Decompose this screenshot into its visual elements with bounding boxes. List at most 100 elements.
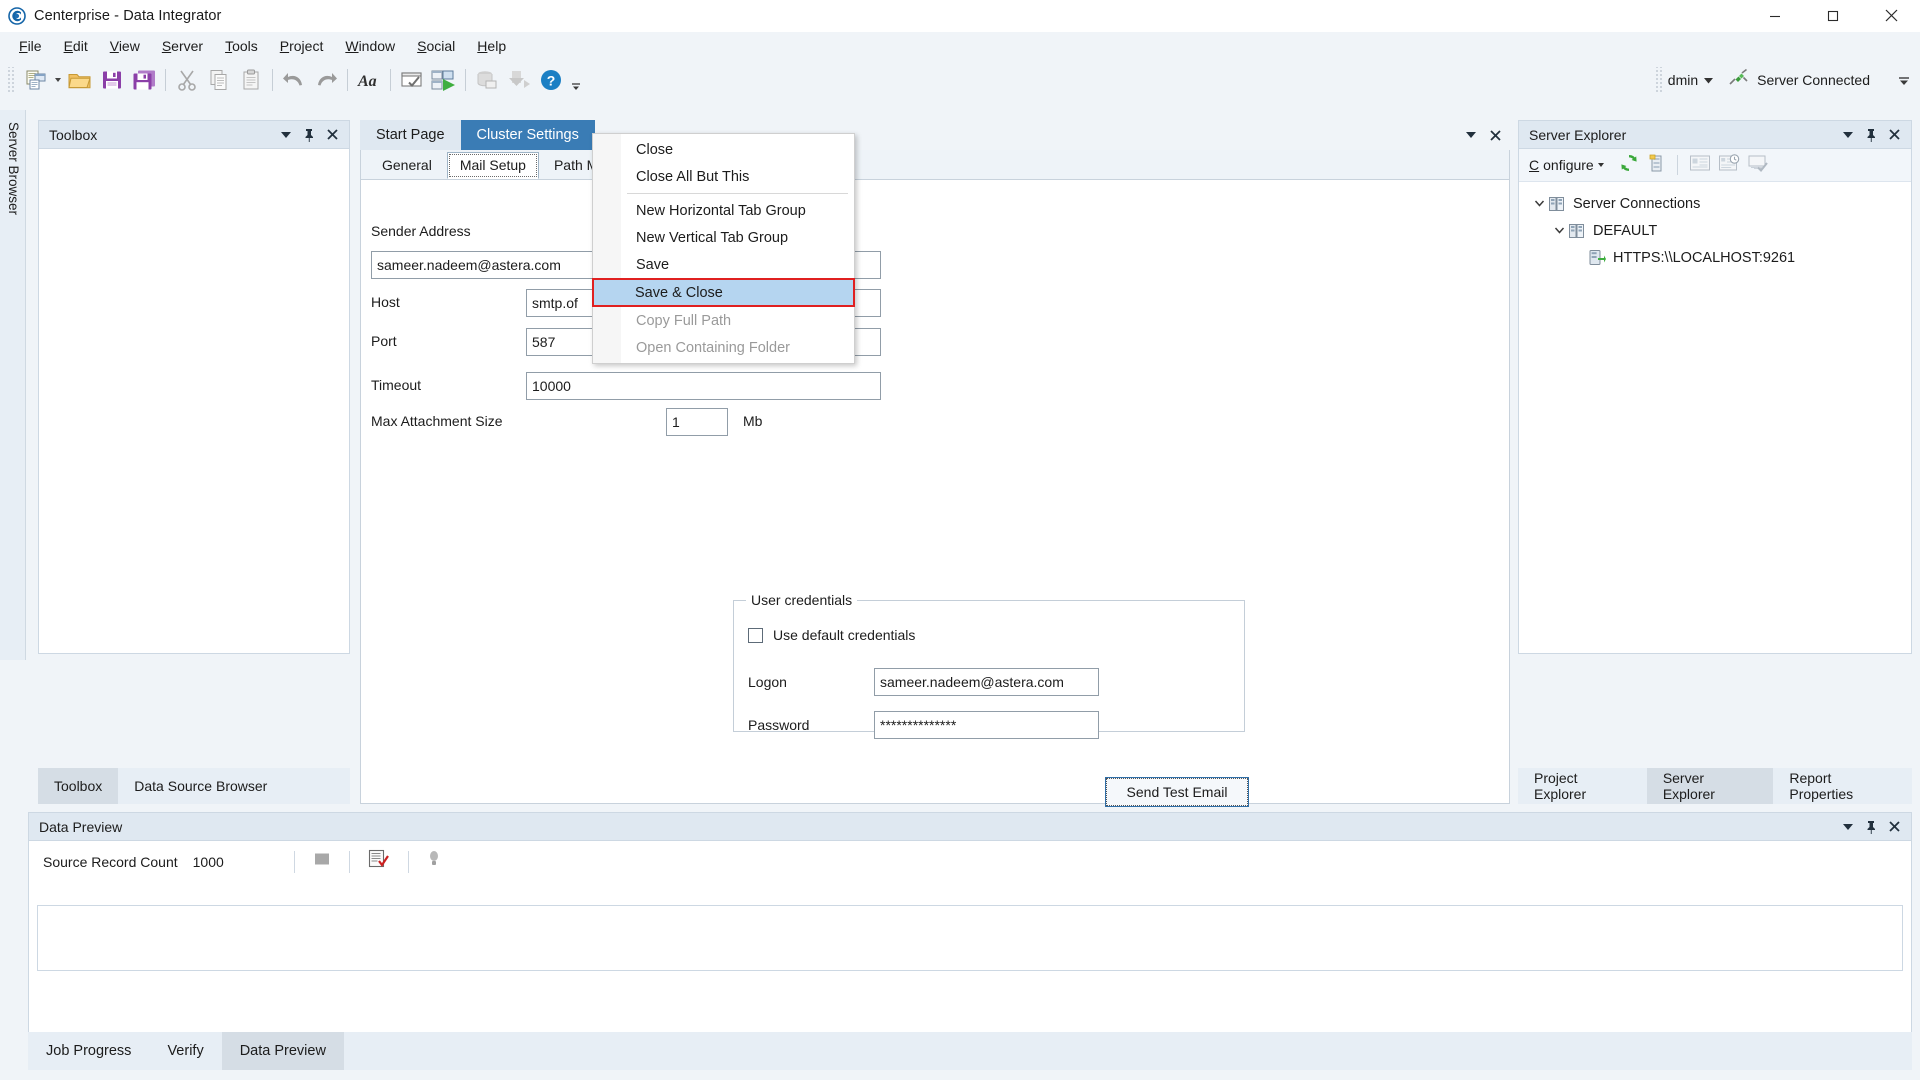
tab-project-explorer[interactable]: Project Explorer — [1518, 768, 1647, 804]
user-credentials-group-title: User credentials — [746, 592, 857, 608]
tab-start-page[interactable]: Start Page — [360, 120, 461, 150]
new-dropdown-caret-icon[interactable] — [52, 64, 64, 96]
timeout-input[interactable] — [526, 372, 881, 400]
chevron-down-icon[interactable] — [1551, 226, 1567, 235]
toolbar-separator — [465, 69, 466, 91]
use-default-credentials-row[interactable]: Use default credentials — [748, 627, 915, 643]
menu-window[interactable]: Window — [334, 34, 406, 58]
toolbox-content-area[interactable] — [39, 149, 349, 653]
pin-icon[interactable] — [1864, 127, 1878, 143]
close-icon[interactable] — [1488, 127, 1502, 143]
open-folder-icon[interactable] — [64, 64, 96, 96]
tab-mail-setup[interactable]: Mail Setup — [447, 152, 539, 179]
new-icon[interactable] — [20, 64, 52, 96]
tree-node-default[interactable]: DEFAULT — [1529, 217, 1911, 244]
data-preview-grid-area[interactable] — [37, 905, 1903, 971]
download-icon[interactable] — [503, 64, 535, 96]
use-default-credentials-checkbox[interactable] — [748, 628, 763, 643]
menu-help[interactable]: Help — [466, 34, 517, 58]
save-icon[interactable] — [96, 64, 128, 96]
context-menu-item-save[interactable]: Save — [593, 251, 854, 278]
tab-general-label: General — [382, 157, 432, 173]
save-all-icon[interactable] — [128, 64, 160, 96]
panel-dropdown-icon[interactable] — [1841, 127, 1855, 143]
add-server-icon[interactable] — [1646, 153, 1666, 178]
run-play-icon[interactable] — [428, 64, 460, 96]
context-menu-item-new-horizontal-tab-group[interactable]: New Horizontal Tab Group — [593, 197, 854, 224]
menu-server[interactable]: Server — [151, 34, 214, 58]
svg-text:?: ? — [547, 73, 556, 89]
tree-node-server-connections[interactable]: Server Connections — [1529, 190, 1911, 217]
toolbar-options-icon[interactable] — [1898, 72, 1910, 93]
tab-dropdown-icon[interactable] — [1464, 127, 1478, 143]
close-icon[interactable] — [1887, 127, 1901, 143]
server-browser-vertical-label[interactable]: Server Browser — [6, 122, 21, 215]
close-button[interactable] — [1862, 0, 1920, 32]
toolbar-grip[interactable] — [6, 67, 16, 93]
port-label: Port — [371, 333, 397, 349]
context-menu-separator — [627, 193, 848, 194]
tab-data-preview[interactable]: Data Preview — [222, 1032, 344, 1070]
context-menu-item-new-vertical-tab-group[interactable]: New Vertical Tab Group — [593, 224, 854, 251]
tab-toolbox[interactable]: Toolbox — [38, 768, 118, 804]
toolbar-overflow-icon[interactable] — [567, 64, 585, 96]
close-icon[interactable] — [325, 127, 339, 143]
context-menu-item-copy-full-path: Copy Full Path — [593, 307, 854, 334]
cut-scissors-icon[interactable] — [171, 64, 203, 96]
tree-node-localhost[interactable]: HTTPS:\\LOCALHOST:9261 — [1529, 244, 1911, 271]
toolbar-right-grip[interactable] — [1654, 67, 1664, 93]
document-tab-actions — [1464, 120, 1510, 150]
close-icon[interactable] — [1887, 819, 1901, 835]
info-bulb-icon[interactable] — [427, 849, 441, 874]
refresh-icon[interactable] — [1619, 153, 1639, 178]
send-test-email-button[interactable]: Send Test Email — [1105, 777, 1249, 807]
menu-view[interactable]: View — [99, 34, 151, 58]
configure-button[interactable]: Configure — [1529, 157, 1604, 173]
verify-window-icon[interactable] — [396, 64, 428, 96]
menu-edit[interactable]: Edit — [53, 34, 99, 58]
redo-arrow-icon[interactable] — [310, 64, 342, 96]
context-menu-item-close-all-but-this[interactable]: Close All But This — [593, 163, 854, 190]
paste-icon[interactable] — [235, 64, 267, 96]
panel-dropdown-icon[interactable] — [1841, 819, 1855, 835]
toolbar-separator — [408, 851, 409, 873]
tab-report-properties[interactable]: Report Properties — [1773, 768, 1912, 804]
tab-job-progress[interactable]: Job Progress — [28, 1032, 149, 1070]
copy-icon[interactable] — [203, 64, 235, 96]
server-explorer-header: Server Explorer — [1519, 121, 1911, 149]
pin-icon[interactable] — [1864, 819, 1878, 835]
server-explorer-tree[interactable]: Server Connections DEFAULT — [1519, 182, 1911, 653]
server-browser-strip[interactable]: Server Browser — [0, 110, 26, 660]
tab-general[interactable]: General — [369, 152, 445, 179]
logon-input[interactable] — [874, 668, 1099, 696]
password-input[interactable] — [874, 711, 1099, 739]
help-question-icon[interactable]: ? — [535, 64, 567, 96]
source-record-count-label: Source Record Count — [43, 854, 178, 870]
tab-cluster-settings[interactable]: Cluster Settings — [461, 120, 595, 150]
context-menu-item-save-and-close[interactable]: Save & Close — [592, 278, 855, 307]
menu-file[interactable]: File — [8, 34, 53, 58]
context-menu-item-close[interactable]: Close — [593, 136, 854, 163]
user-account-label[interactable]: dmin — [1668, 72, 1698, 88]
pin-icon[interactable] — [302, 127, 316, 143]
menu-social[interactable]: Social — [406, 34, 466, 58]
font-aa-icon[interactable]: Aa — [353, 64, 385, 96]
user-dropdown-caret-icon[interactable] — [1704, 71, 1713, 89]
tab-data-source-browser[interactable]: Data Source Browser — [118, 768, 283, 804]
configure-accel: C — [1529, 157, 1539, 173]
menu-tools[interactable]: Tools — [214, 34, 269, 58]
menu-project[interactable]: Project — [269, 34, 335, 58]
undo-arrow-icon[interactable] — [278, 64, 310, 96]
tab-server-explorer[interactable]: Server Explorer — [1647, 768, 1774, 804]
minimize-button[interactable] — [1746, 0, 1804, 32]
max-attachment-size-input[interactable] — [666, 408, 728, 436]
database-icon[interactable] — [471, 64, 503, 96]
preview-verify-icon[interactable] — [368, 849, 390, 874]
maximize-button[interactable] — [1804, 0, 1862, 32]
panel-dropdown-icon[interactable] — [279, 127, 293, 143]
max-attachment-size-unit: Mb — [743, 413, 762, 429]
source-record-count-input[interactable] — [188, 850, 276, 874]
tab-verify[interactable]: Verify — [149, 1032, 221, 1070]
chevron-down-icon[interactable] — [1531, 199, 1547, 208]
stop-square-icon[interactable] — [313, 850, 331, 873]
